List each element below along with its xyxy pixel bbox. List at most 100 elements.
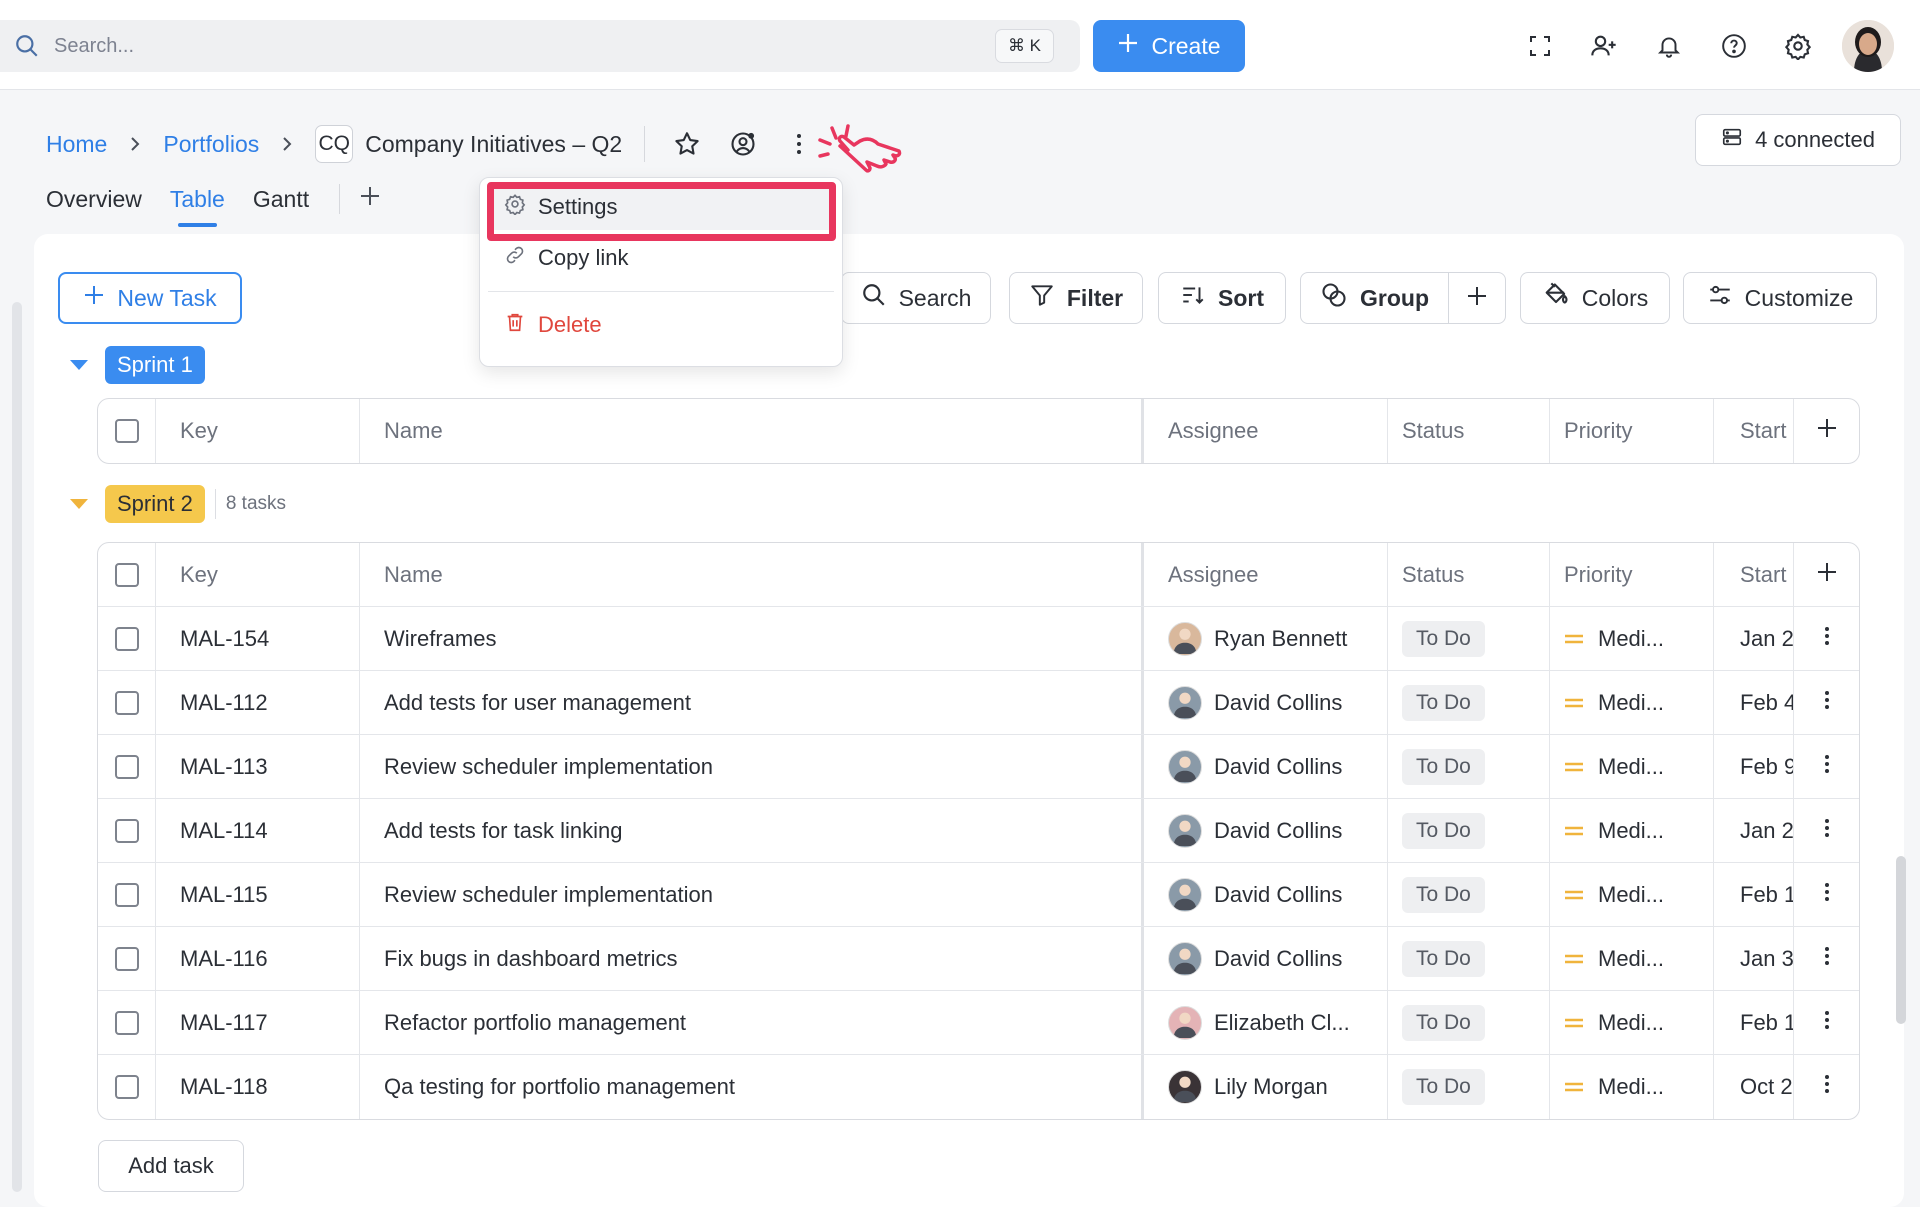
sprint-2-badge[interactable]: Sprint 2 — [105, 485, 205, 523]
column-key[interactable]: Key — [156, 543, 360, 606]
menu-item-copy-link[interactable]: Copy link — [488, 235, 834, 281]
task-start[interactable]: Feb 1 — [1714, 863, 1794, 926]
table-row[interactable]: MAL-114 Add tests for task linking David C… — [98, 799, 1859, 863]
row-checkbox[interactable] — [114, 882, 139, 907]
task-status[interactable]: To Do — [1388, 607, 1550, 670]
task-priority[interactable]: Medi... — [1550, 799, 1714, 862]
task-name[interactable]: Refactor portfolio management — [360, 991, 1144, 1054]
task-start[interactable]: Feb 1 — [1714, 991, 1794, 1054]
task-priority[interactable]: Medi... — [1550, 671, 1714, 734]
table-row[interactable]: MAL-116 Fix bugs in dashboard metrics Davi… — [98, 927, 1859, 991]
row-checkbox[interactable] — [114, 690, 139, 715]
connected-button[interactable]: 4 connected — [1695, 114, 1901, 166]
task-priority[interactable]: Medi... — [1550, 927, 1714, 990]
sprint-1-badge[interactable]: Sprint 1 — [105, 346, 205, 384]
task-assignee[interactable]: David Collins — [1144, 927, 1388, 990]
task-key[interactable]: MAL-117 — [156, 991, 360, 1054]
group-button[interactable]: Group — [1301, 273, 1449, 323]
add-group-button[interactable] — [1449, 273, 1505, 323]
column-name[interactable]: Name — [360, 543, 1144, 606]
task-priority[interactable]: Medi... — [1550, 991, 1714, 1054]
task-key[interactable]: MAL-113 — [156, 735, 360, 798]
task-name[interactable]: Wireframes — [360, 607, 1144, 670]
task-status[interactable]: To Do — [1388, 863, 1550, 926]
task-start[interactable]: Jan 2 — [1714, 799, 1794, 862]
column-status[interactable]: Status — [1388, 543, 1550, 606]
task-key[interactable]: MAL-114 — [156, 799, 360, 862]
customize-button[interactable]: Customize — [1683, 272, 1877, 324]
column-name[interactable]: Name — [360, 399, 1144, 463]
add-user-icon[interactable] — [1586, 28, 1622, 64]
task-assignee[interactable]: Ryan Bennett — [1144, 607, 1388, 670]
task-key[interactable]: MAL-112 — [156, 671, 360, 734]
task-start[interactable]: Feb 9 — [1714, 735, 1794, 798]
menu-item-settings[interactable]: Settings — [488, 184, 834, 230]
task-status[interactable]: To Do — [1388, 799, 1550, 862]
star-icon[interactable] — [667, 124, 707, 164]
table-row[interactable]: MAL-117 Refactor portfolio management Eliz… — [98, 991, 1859, 1055]
column-start[interactable]: Start — [1714, 543, 1794, 606]
caret-down-icon[interactable] — [69, 494, 89, 514]
column-priority[interactable]: Priority — [1550, 399, 1714, 463]
search-input[interactable] — [54, 28, 954, 64]
gear-icon[interactable] — [1780, 28, 1816, 64]
table-row[interactable]: MAL-115 Review scheduler implementation Da… — [98, 863, 1859, 927]
task-key[interactable]: MAL-116 — [156, 927, 360, 990]
task-priority[interactable]: Medi... — [1550, 863, 1714, 926]
row-checkbox[interactable] — [114, 946, 139, 971]
table-row[interactable]: MAL-118 Qa testing for portfolio manageme… — [98, 1055, 1859, 1119]
row-checkbox[interactable] — [114, 754, 139, 779]
task-assignee[interactable]: David Collins — [1144, 863, 1388, 926]
row-more-button[interactable] — [1794, 735, 1859, 798]
task-key[interactable]: MAL-115 — [156, 863, 360, 926]
task-priority[interactable]: Medi... — [1550, 735, 1714, 798]
row-checkbox[interactable] — [114, 626, 139, 651]
column-assignee[interactable]: Assignee — [1144, 543, 1388, 606]
task-key[interactable]: MAL-118 — [156, 1055, 360, 1119]
table-row[interactable]: MAL-113 Review scheduler implementation Da… — [98, 735, 1859, 799]
row-more-button[interactable] — [1794, 991, 1859, 1054]
watch-icon[interactable] — [723, 124, 763, 164]
task-start[interactable]: Feb 4 — [1714, 671, 1794, 734]
select-all-checkbox[interactable] — [114, 419, 139, 443]
task-key[interactable]: MAL-154 — [156, 607, 360, 670]
task-name[interactable]: Fix bugs in dashboard metrics — [360, 927, 1144, 990]
row-more-button[interactable] — [1794, 863, 1859, 926]
column-priority[interactable]: Priority — [1550, 543, 1714, 606]
task-priority[interactable]: Medi... — [1550, 1055, 1714, 1119]
task-assignee[interactable]: David Collins — [1144, 735, 1388, 798]
breadcrumb-home[interactable]: Home — [46, 131, 107, 158]
task-status[interactable]: To Do — [1388, 671, 1550, 734]
task-assignee[interactable]: Lily Morgan — [1144, 1055, 1388, 1119]
more-vertical-icon[interactable] — [779, 124, 819, 164]
filter-button[interactable]: Filter — [1009, 272, 1143, 324]
help-icon[interactable] — [1716, 28, 1752, 64]
caret-down-icon[interactable] — [69, 355, 89, 375]
add-column-button[interactable] — [1794, 543, 1859, 606]
task-priority[interactable]: Medi... — [1550, 607, 1714, 670]
colors-button[interactable]: Colors — [1520, 272, 1670, 324]
task-assignee[interactable]: David Collins — [1144, 671, 1388, 734]
column-assignee[interactable]: Assignee — [1144, 399, 1388, 463]
row-checkbox[interactable] — [114, 818, 139, 843]
task-name[interactable]: Review scheduler implementation — [360, 863, 1144, 926]
search-button[interactable]: Search — [841, 272, 991, 324]
add-task-button[interactable]: Add task — [98, 1140, 244, 1192]
bell-icon[interactable] — [1651, 28, 1687, 64]
task-name[interactable]: Add tests for task linking — [360, 799, 1144, 862]
row-more-button[interactable] — [1794, 927, 1859, 990]
task-name[interactable]: Review scheduler implementation — [360, 735, 1144, 798]
task-assignee[interactable]: David Collins — [1144, 799, 1388, 862]
task-status[interactable]: To Do — [1388, 735, 1550, 798]
task-status[interactable]: To Do — [1388, 927, 1550, 990]
select-all-checkbox[interactable] — [114, 562, 139, 587]
tab-overview[interactable]: Overview — [46, 186, 142, 213]
task-start[interactable]: Oct 2 — [1714, 1055, 1794, 1119]
row-more-button[interactable] — [1794, 799, 1859, 862]
breadcrumb-portfolios[interactable]: Portfolios — [163, 131, 259, 158]
create-button[interactable]: Create — [1093, 20, 1245, 72]
task-name[interactable]: Add tests for user management — [360, 671, 1144, 734]
sort-button[interactable]: Sort — [1158, 272, 1286, 324]
column-start[interactable]: Start — [1714, 399, 1794, 463]
table-row[interactable]: MAL-154 Wireframes Ryan Bennett To Do Medi..… — [98, 607, 1859, 671]
